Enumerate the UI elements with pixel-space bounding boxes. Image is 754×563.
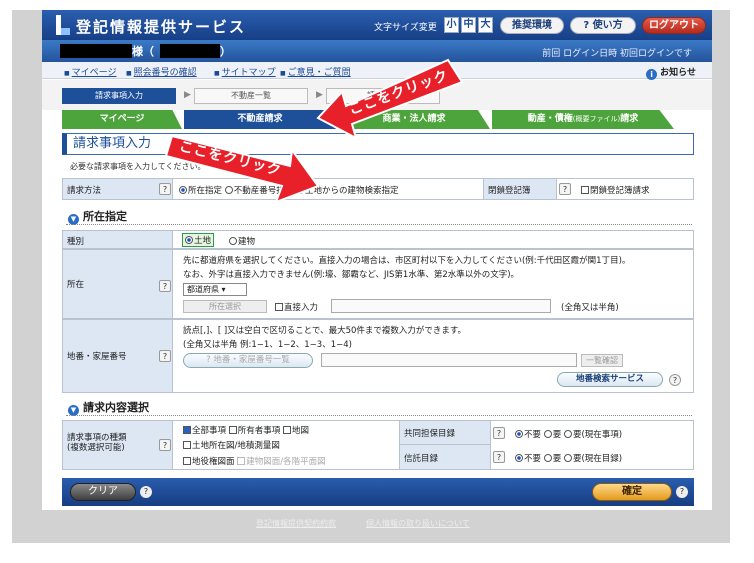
annotation-arrows xyxy=(164,58,464,204)
